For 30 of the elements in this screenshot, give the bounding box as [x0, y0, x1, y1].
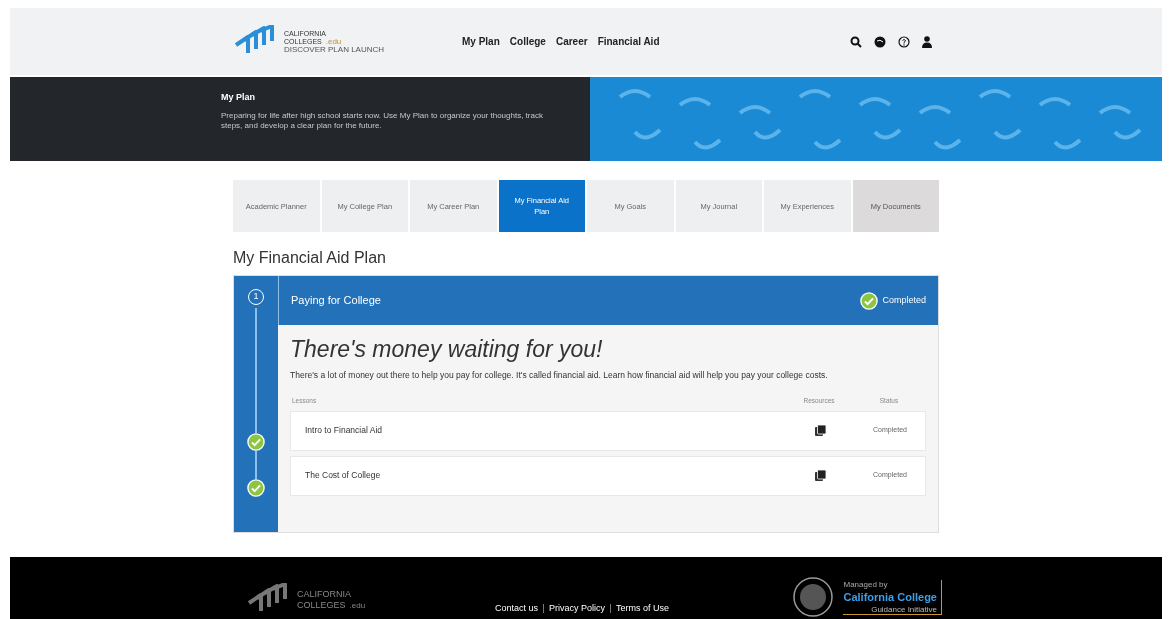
hero-text: Preparing for life after high school starts now. Use My Plan to organize your thoughts, track steps, and develop a clear plan for the future. [221, 110, 544, 131]
footer-link[interactable]: Privacy Policy [549, 601, 606, 615]
logo-tagline: DISCOVER PLAN LAUNCH [284, 45, 385, 54]
nav-link[interactable]: College [509, 34, 546, 49]
logo-suffix: .edu [325, 37, 342, 46]
nav-link[interactable]: Financial Aid [597, 34, 660, 49]
logo-suffix: .edu [349, 600, 366, 611]
search-icon[interactable] [850, 35, 862, 48]
nav-link[interactable]: My Plan [462, 34, 500, 49]
lesson-title: The Cost of College [305, 469, 382, 482]
hero-title: My Plan [221, 91, 256, 104]
state-seal-icon [793, 577, 834, 617]
user-icon[interactable] [922, 35, 932, 48]
page-title: My Financial Aid Plan [233, 248, 387, 268]
partner-caption: Managed by [843, 579, 889, 589]
step-heading: There's money waiting for you! [290, 335, 604, 363]
partner-subtitle: Guidance Initiative [870, 605, 937, 614]
logo-text: COLLEGES [297, 600, 346, 611]
logo-text: CALIFORNIA [297, 589, 352, 600]
help-icon[interactable] [898, 35, 910, 48]
step-status: Completed [882, 293, 926, 307]
footer-link[interactable]: Terms of Use [616, 601, 670, 615]
step-title: Paying for College [291, 293, 381, 309]
footer-link[interactable]: Contact us [495, 601, 539, 615]
documents-icon[interactable] [814, 470, 826, 481]
step-description: There's a lot of money out there to help you pay for college. It's called financial aid. Learn how financial aid will help you pay your college costs. [290, 369, 829, 382]
documents-icon[interactable] [814, 425, 826, 436]
lesson-title: Intro to Financial Aid [305, 424, 383, 437]
partner-name: California College [843, 589, 937, 605]
nav-link[interactable]: Career [555, 34, 588, 49]
